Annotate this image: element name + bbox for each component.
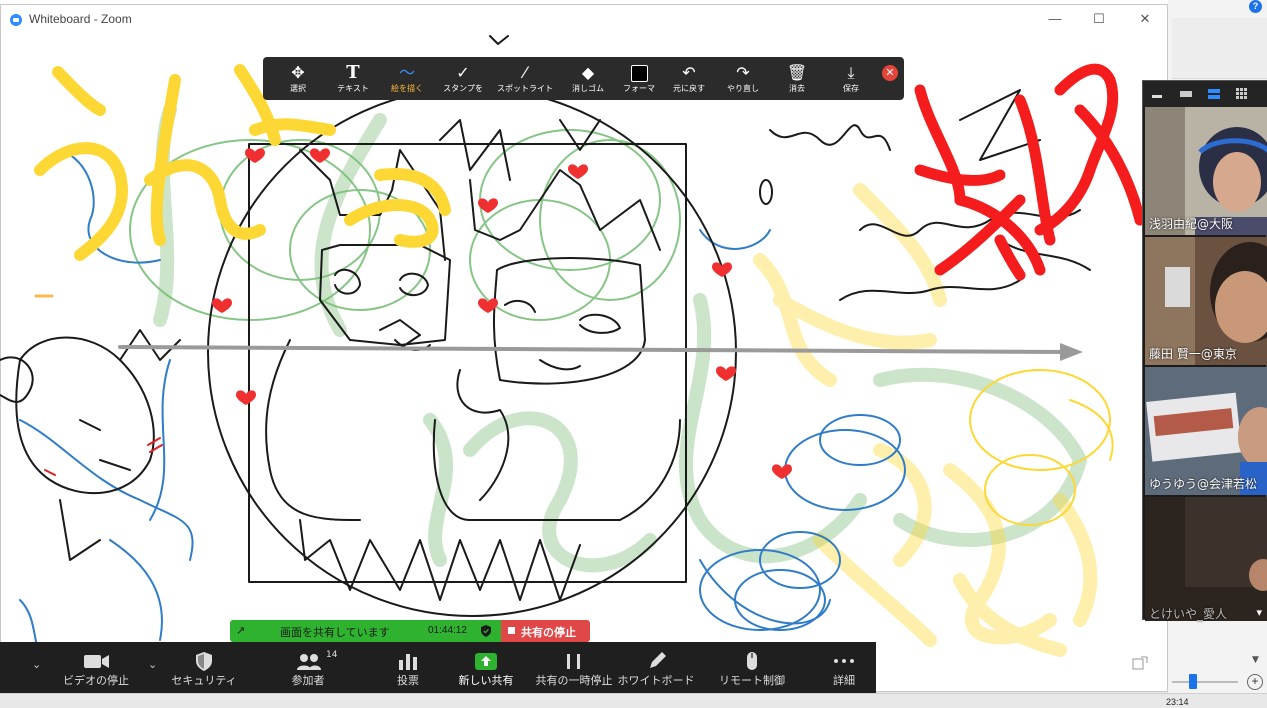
slider-thumb[interactable]: [1189, 674, 1197, 689]
video-gallery-panel: 浅羽由紀@大阪 藤田 賢一@東京 ゆうゆう@会津若松 とけいや_愛人 ▾: [1142, 80, 1267, 621]
undo-icon: ↶: [682, 63, 696, 82]
heart-stamp: [236, 390, 256, 405]
trash-icon: 🗑: [786, 63, 808, 82]
eraser-icon: ◆: [581, 63, 595, 82]
sharing-elapsed-time: 01:44:12: [428, 625, 467, 636]
help-icon[interactable]: ?: [1249, 0, 1262, 13]
heart-stamp: [568, 164, 588, 179]
pen-icon: [650, 652, 666, 668]
pause-share-button[interactable]: 共有の一時停止: [534, 642, 614, 693]
heart-stamp: [212, 298, 232, 313]
tool-format[interactable]: フォーマ: [615, 57, 663, 100]
slider-track: [1172, 681, 1238, 683]
redo-icon: ↷: [736, 63, 750, 82]
windows-taskbar: [0, 693, 1267, 708]
gallery-view-icon[interactable]: [1235, 88, 1249, 100]
shield-icon: [481, 625, 491, 637]
zoom-in-icon[interactable]: +: [1247, 674, 1263, 690]
more-icon: [834, 659, 854, 663]
draw-icon: 〜: [398, 63, 415, 82]
heart-stamp: [772, 464, 792, 479]
remote-control-button[interactable]: リモート制御: [712, 642, 792, 693]
stop-icon: [508, 627, 515, 634]
taskbar-clock: 23:14: [1166, 697, 1189, 707]
tool-draw[interactable]: 〜 絵を描く: [383, 57, 431, 100]
more-button[interactable]: 詳細: [818, 642, 870, 693]
poll-icon: [399, 654, 417, 670]
participant-name: 藤田 賢一@東京: [1149, 347, 1237, 361]
spotlight-icon: ⁄: [523, 63, 527, 82]
pause-icon: [567, 654, 580, 669]
scroll-down-arrow-icon[interactable]: ▼: [1252, 655, 1259, 665]
sharing-status-text: 画面を共有しています: [280, 626, 390, 639]
participant-tile[interactable]: とけいや_愛人 ▾: [1145, 497, 1267, 625]
red-handwriting: [914, 63, 1146, 281]
video-panel-header: [1143, 81, 1267, 107]
tool-select[interactable]: ✥ 選択: [277, 57, 319, 100]
participant-tile[interactable]: 藤田 賢一@東京: [1145, 237, 1267, 365]
tool-spotlight[interactable]: ⁄ スポットライト: [495, 57, 555, 100]
speaker-view-icon[interactable]: [1207, 88, 1221, 100]
tool-undo[interactable]: ↶ 元に戻す: [665, 57, 713, 100]
audio-options-chevron-icon[interactable]: ⌄: [32, 658, 41, 671]
whiteboard-toolbar: ✥ 選択 T テキスト 〜 絵を描く ✓ スタンプを ⁄ スポットライト ◆ 消…: [263, 57, 904, 100]
whiteboard-button[interactable]: ホワイトボード: [616, 642, 696, 693]
tool-eraser[interactable]: ◆ 消しゴム: [563, 57, 613, 100]
stop-share-button[interactable]: 共有の停止: [501, 620, 590, 642]
participant-name: ゆうゆう@会津若松: [1149, 477, 1258, 491]
text-icon: T: [346, 62, 360, 83]
hide-video-icon[interactable]: [1179, 88, 1193, 100]
video-camera-icon: [84, 655, 109, 668]
tool-text[interactable]: T テキスト: [329, 57, 377, 100]
drag-handle-icon[interactable]: ↗: [236, 624, 245, 637]
participant-count-badge: 14: [326, 650, 338, 660]
participant-tile[interactable]: 浅羽由紀@大阪: [1145, 107, 1267, 235]
tool-stamp[interactable]: ✓ スタンプを: [437, 57, 489, 100]
sharing-indicator[interactable]: ↗ 画面を共有しています 01:44:12: [230, 620, 501, 642]
background-app-header: [1172, 18, 1267, 79]
minimize-video-icon[interactable]: [1151, 88, 1163, 100]
participant-video-feed: [1145, 497, 1267, 621]
tool-save[interactable]: ⤓ 保存: [829, 57, 873, 100]
tool-clear[interactable]: 🗑 消去: [775, 57, 819, 100]
whiteboard-canvas[interactable]: [0, 0, 1168, 692]
security-button[interactable]: セキュリティ: [168, 642, 240, 693]
shield-icon: [196, 652, 212, 671]
move-icon: ✥: [291, 63, 305, 82]
mouse-icon: [747, 652, 757, 670]
participant-name: 浅羽由紀@大阪: [1149, 217, 1234, 231]
participant-tile[interactable]: ゆうゆう@会津若松: [1145, 367, 1267, 495]
meeting-controls-bar: ビデオの停止 セキュリティ 参加者 14 投票 新しい共有 共有の一時停止 ホワ…: [0, 642, 876, 693]
heart-stamp: [716, 366, 736, 381]
whiteboard-toolbar-close-icon[interactable]: ✕: [882, 65, 898, 81]
share-arrow-icon: [475, 653, 497, 670]
check-stamp-icon: ✓: [456, 63, 470, 82]
zoom-slider[interactable]: [1172, 672, 1242, 692]
participant-name: とけいや_愛人: [1149, 607, 1228, 621]
tool-redo[interactable]: ↷ やり直し: [719, 57, 767, 100]
screen-share-status-bar: ↗ 画面を共有しています 01:44:12 共有の停止: [230, 620, 590, 642]
stop-video-button[interactable]: ビデオの停止: [58, 642, 134, 693]
chevron-down-icon[interactable]: ▾: [1256, 606, 1262, 619]
polls-button[interactable]: 投票: [382, 642, 434, 693]
new-share-button[interactable]: 新しい共有: [452, 642, 520, 693]
video-options-chevron-icon[interactable]: ⌄: [148, 658, 157, 671]
expand-corner-icon[interactable]: [1131, 655, 1149, 671]
save-icon: ⤓: [847, 63, 855, 82]
format-icon: [615, 62, 663, 84]
